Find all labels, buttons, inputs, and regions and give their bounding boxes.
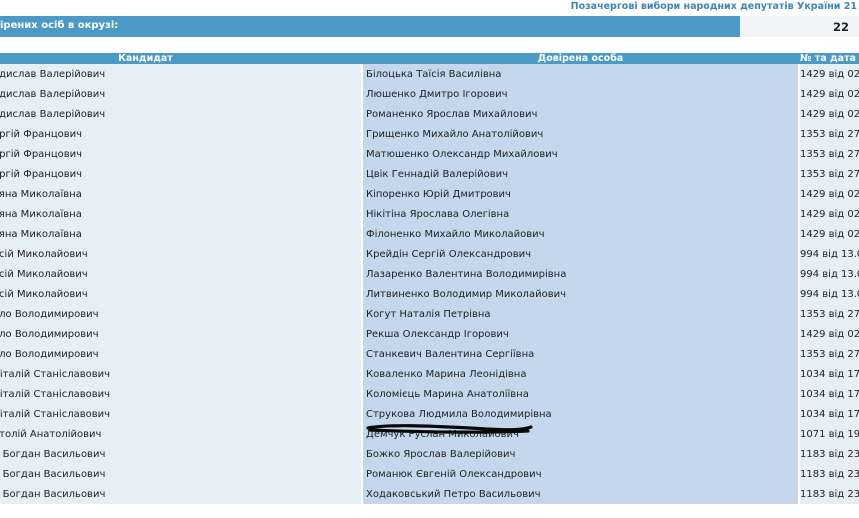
cell-candidate: й Богдан Васильович — [0, 484, 361, 504]
proxy-count-cell: 22 — [740, 16, 859, 37]
table-row: ксій Миколайович Литвиненко Володимир Мик… — [0, 284, 859, 304]
cell-candidate: Віталій Станіславович — [0, 404, 361, 424]
cell-candidate: адислав Валерійович — [0, 84, 361, 104]
cell-candidate: ергій Францович — [0, 124, 361, 144]
column-header-candidate: Кандидат — [118, 53, 173, 64]
table-row: ало Володимирович Станкевич Валентина Сер… — [0, 344, 859, 364]
cell-number-date: 1353 від 27. — [800, 144, 859, 164]
cell-proxy: Грищенко Михайло Анатолійович — [363, 124, 798, 144]
table-row: Віталій Станіславович Коломієць Марина Ан… — [0, 384, 859, 404]
cell-number-date: 1034 від 17. — [800, 384, 859, 404]
cell-number-date: 1183 від 23. — [800, 484, 859, 504]
cell-number-date: 1429 від 02. — [800, 324, 859, 344]
cell-number-date: 1034 від 17. — [800, 404, 859, 424]
cell-proxy: Філоненко Михайло Миколайович — [363, 224, 798, 244]
cell-proxy: Матюшенко Олександр Михайлович — [363, 144, 798, 164]
cell-proxy: Литвиненко Володимир Миколайович — [363, 284, 798, 304]
cell-candidate: ергій Францович — [0, 144, 361, 164]
cell-proxy: Коломієць Марина Анатоліївна — [363, 384, 798, 404]
cell-proxy: Струкова Людмила Володимирівна — [363, 404, 798, 424]
cell-proxy: Романенко Ярослав Михайлович — [363, 104, 798, 124]
cell-candidate: тяна Миколаївна — [0, 184, 361, 204]
page-title: Позачергові вибори народних депутатів Ук… — [570, 1, 857, 12]
cell-number-date: 1429 від 02. — [800, 84, 859, 104]
cell-number-date: 1183 від 23. — [800, 444, 859, 464]
cell-proxy: Кіпоренко Юрій Дмитрович — [363, 184, 798, 204]
table-row: й Богдан Васильович Романюк Євгеній Олекс… — [0, 464, 859, 484]
cell-proxy: Ходаковський Петро Васильович — [363, 484, 798, 504]
cell-candidate: ало Володимирович — [0, 324, 361, 344]
table-row: адислав Валерійович Романенко Ярослав Мих… — [0, 104, 859, 124]
cell-proxy: Романюк Євгеній Олександрович — [363, 464, 798, 484]
cell-proxy: Нікітіна Ярослава Олегівна — [363, 204, 798, 224]
cell-number-date: 1429 від 02. — [800, 224, 859, 244]
cell-candidate: ксій Миколайович — [0, 244, 361, 264]
cell-number-date: 994 від 13.0 — [800, 244, 859, 264]
cell-proxy: Коваленко Марина Леонідівна — [363, 364, 798, 384]
cell-candidate: ало Володимирович — [0, 304, 361, 324]
cell-number-date: 1429 від 02. — [800, 204, 859, 224]
cell-number-date: 1429 від 02. — [800, 104, 859, 124]
cell-number-date: 1071 від 19. — [800, 424, 859, 444]
column-header-proxy: Довірена особа — [537, 53, 624, 64]
cell-number-date: 994 від 13.0 — [800, 264, 859, 284]
table-row: ксій Миколайович Лазаренко Валентина Воло… — [0, 264, 859, 284]
table-row: ало Володимирович Когут Наталія Петрівна 1… — [0, 304, 859, 324]
table-row: Віталій Станіславович Коваленко Марина Ле… — [0, 364, 859, 384]
table-row: й Богдан Васильович Божко Ярослав Валерій… — [0, 444, 859, 464]
column-header-number-date: № та дата до — [800, 53, 859, 64]
cell-number-date: 1034 від 17. — [800, 364, 859, 384]
table-row: тяна Миколаївна Кіпоренко Юрій Дмитрович 1… — [0, 184, 859, 204]
proxies-table: Кандидат Довірена особа № та дата до ади… — [0, 53, 859, 504]
cell-proxy: Станкевич Валентина Сергіївна — [363, 344, 798, 364]
cell-number-date: 1429 від 02. — [800, 184, 859, 204]
cell-candidate: адислав Валерійович — [0, 104, 361, 124]
table-row: адислав Валерійович Білоцька Таїсія Васил… — [0, 64, 859, 84]
cell-number-date: 1429 від 02. — [800, 64, 859, 84]
cell-candidate: й Богдан Васильович — [0, 444, 361, 464]
cell-candidate: тяна Миколаївна — [0, 204, 361, 224]
cell-number-date: 1353 від 27. — [800, 344, 859, 364]
table-row: ергій Францович Грищенко Михайло Анатолій… — [0, 124, 859, 144]
cell-candidate: ергій Францович — [0, 164, 361, 184]
table-row: тяна Миколаївна Філоненко Михайло Миколай… — [0, 224, 859, 244]
table-row: ергій Францович Цвік Геннадій Валерійович… — [0, 164, 859, 184]
cell-number-date: 994 від 13.0 — [800, 284, 859, 304]
cell-candidate: ксій Миколайович — [0, 264, 361, 284]
table-body: адислав Валерійович Білоцька Таїсія Васил… — [0, 64, 859, 504]
proxy-count-value: 22 — [832, 20, 849, 34]
cell-proxy: Когут Наталія Петрівна — [363, 304, 798, 324]
table-row: ергій Францович Матюшенко Олександр Михай… — [0, 144, 859, 164]
cell-number-date: 1353 від 27. — [800, 304, 859, 324]
cell-number-date: 1353 від 27. — [800, 164, 859, 184]
cell-proxy: Лазаренко Валентина Володимирівна — [363, 264, 798, 284]
table-row: адислав Валерійович Люшенко Дмитро Ігоров… — [0, 84, 859, 104]
cell-candidate: атолій Анатолійович — [0, 424, 361, 444]
table-row: тяна Миколаївна Нікітіна Ярослава Олегівн… — [0, 204, 859, 224]
cell-number-date: 1183 від 23. — [800, 464, 859, 484]
cell-candidate: й Богдан Васильович — [0, 464, 361, 484]
cell-proxy: Крейдін Сергій Олександрович — [363, 244, 798, 264]
proxy-count-label: ірених осіб в окрузі: — [0, 20, 119, 31]
table-row: ксій Миколайович Крейдін Сергій Олександр… — [0, 244, 859, 264]
cell-candidate: ксій Миколайович — [0, 284, 361, 304]
cell-candidate: адислав Валерійович — [0, 64, 361, 84]
table-row: атолій Анатолійович Демчук Руслан Миколай… — [0, 424, 859, 444]
table-row: й Богдан Васильович Ходаковський Петро Ва… — [0, 484, 859, 504]
cell-proxy: Рекша Олександр Ігорович — [363, 324, 798, 344]
cell-proxy: Цвік Геннадій Валерійович — [363, 164, 798, 184]
table-row: Віталій Станіславович Струкова Людмила Во… — [0, 404, 859, 424]
cell-proxy: Демчук Руслан Миколайович — [363, 424, 798, 444]
cell-candidate: Віталій Станіславович — [0, 384, 361, 404]
cell-proxy: Люшенко Дмитро Ігорович — [363, 84, 798, 104]
cell-candidate: Віталій Станіславович — [0, 364, 361, 384]
cell-proxy: Білоцька Таїсія Василівна — [363, 64, 798, 84]
table-row: ало Володимирович Рекша Олександр Ігорови… — [0, 324, 859, 344]
cell-candidate: ало Володимирович — [0, 344, 361, 364]
cell-proxy: Божко Ярослав Валерійович — [363, 444, 798, 464]
proxy-count-label-bar: ірених осіб в окрузі: — [0, 16, 740, 37]
cell-candidate: тяна Миколаївна — [0, 224, 361, 244]
cell-number-date: 1353 від 27. — [800, 124, 859, 144]
table-header: Кандидат Довірена особа № та дата до — [0, 53, 859, 64]
